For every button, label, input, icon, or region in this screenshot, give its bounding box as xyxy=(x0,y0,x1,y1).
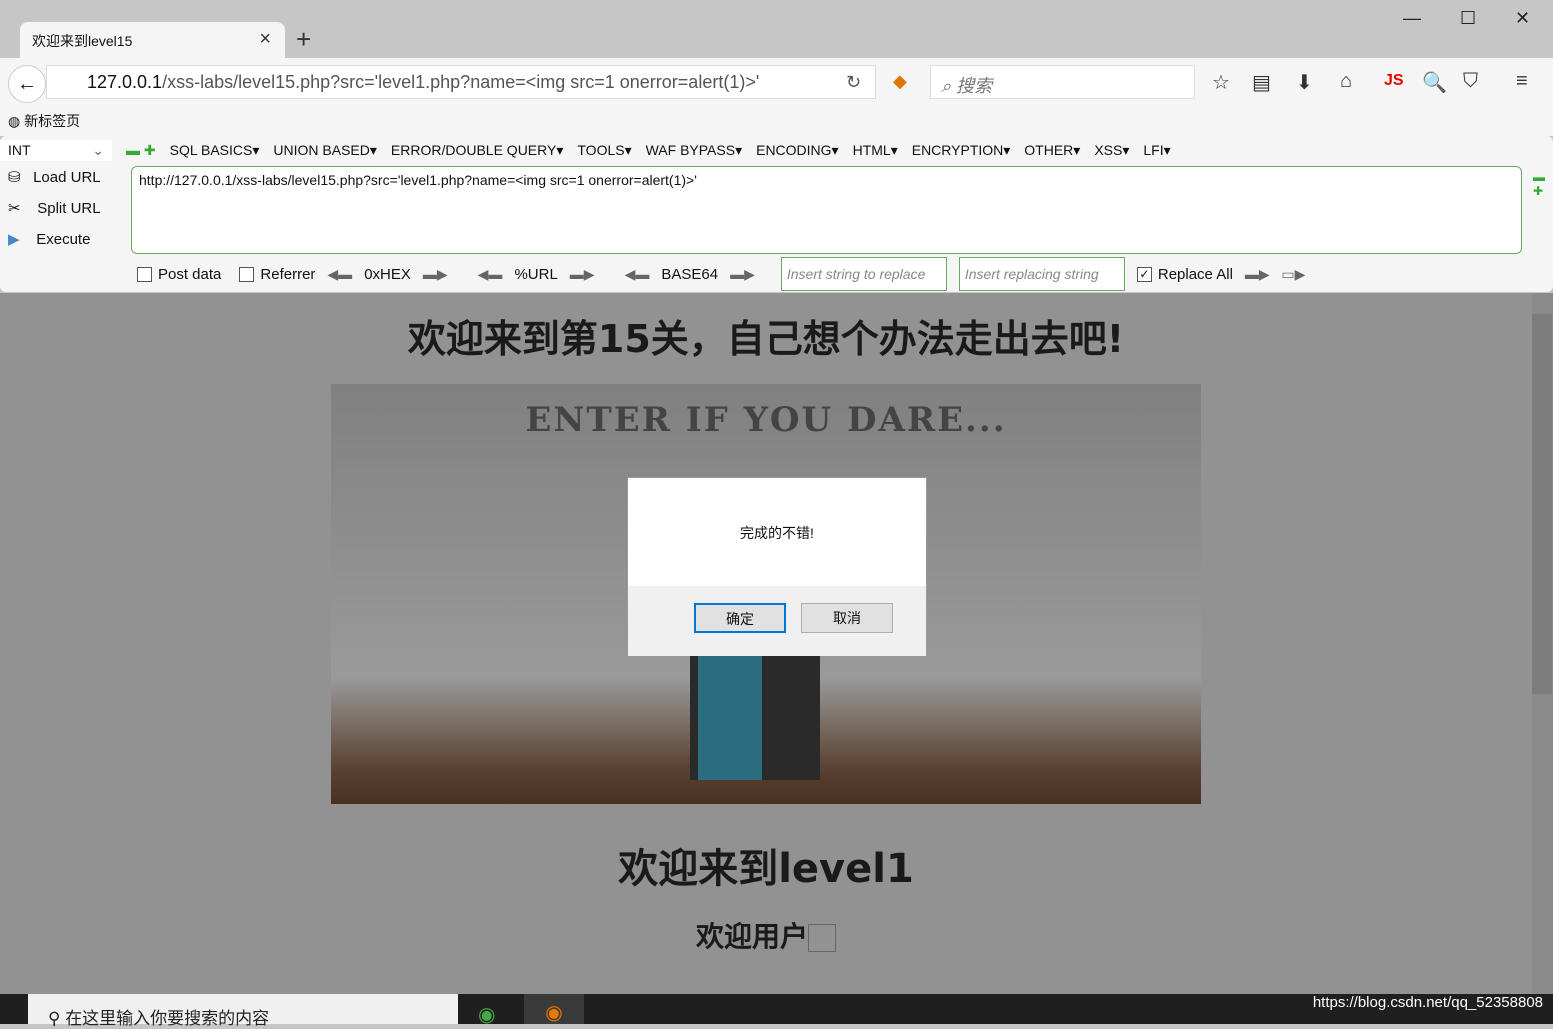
firefox-icon[interactable]: ◉ xyxy=(524,994,584,1024)
fox-addon-icon[interactable]: ◆ xyxy=(893,71,907,92)
search-box[interactable]: ⌕ 搜索 xyxy=(930,65,1195,99)
tab-active[interactable]: 欢迎来到level15 × xyxy=(20,22,285,58)
load-url-button[interactable]: ⛁ Load URL xyxy=(8,168,101,186)
reload-icon[interactable]: ↻ xyxy=(846,72,861,93)
type-select[interactable]: INT ⌄ xyxy=(0,139,112,161)
search-placeholder: 搜索 xyxy=(956,76,993,96)
referrer-label: Referrer xyxy=(260,265,316,283)
reading-list-icon[interactable]: ▤ xyxy=(1252,70,1271,95)
base64-label: BASE64 xyxy=(661,265,719,283)
page-heading: 欢迎来到第15关，自己想个办法走出去吧! xyxy=(407,317,1125,361)
pocket-icon[interactable]: ⛉ xyxy=(1463,70,1478,93)
menu-error-double-query[interactable]: ERROR/DOUBLE QUERY▾ xyxy=(391,142,563,159)
url-encode-icon[interactable]: ◀▬ xyxy=(478,266,503,283)
replace-forward-icon[interactable]: ▬▶ ▭▶ xyxy=(1245,266,1305,283)
replace-all-checkbox[interactable]: ✓ Replace All xyxy=(1136,265,1233,283)
base64-encode-icon[interactable]: ◀▬ xyxy=(625,266,650,283)
download-icon[interactable]: ⬇ xyxy=(1296,70,1313,95)
hackbar-side-controls[interactable]: ▬ ✚ xyxy=(1533,170,1545,198)
hackbar-url-textarea[interactable]: http://127.0.0.1/xss-labs/level15.php?sr… xyxy=(131,166,1522,254)
split-url-button[interactable]: ✂ Split URL xyxy=(8,199,101,217)
sub-heading: 欢迎来到level1 xyxy=(618,846,914,892)
hackbar-options: Post data Referrer ◀▬ 0xHEX ▬▶ ◀▬ %URL ▬▶ ◀▬… xyxy=(137,257,1305,291)
type-select-value: INT xyxy=(8,141,31,158)
menu-tools[interactable]: TOOLS▾ xyxy=(577,142,631,159)
post-data-label: Post data xyxy=(158,265,222,283)
bookmark-item[interactable]: 新标签页 xyxy=(24,113,80,129)
url-path: /xss-labs/level15.php?src='level1.php?na… xyxy=(162,72,760,92)
bookmark-star-icon[interactable]: ☆ xyxy=(1212,70,1230,95)
js-icon[interactable]: JS xyxy=(1384,72,1404,90)
close-window-button[interactable]: ✕ xyxy=(1515,8,1530,29)
close-tab-icon[interactable]: × xyxy=(259,28,271,51)
execute-button[interactable]: ▶ Execute xyxy=(8,230,90,248)
globe-icon: ◍ xyxy=(8,113,21,129)
referrer-checkbox[interactable]: Referrer xyxy=(239,266,315,283)
broken-image-icon xyxy=(808,924,836,952)
url-decode-icon[interactable]: ▬▶ xyxy=(570,266,595,283)
menu-html[interactable]: HTML▾ xyxy=(853,142,898,159)
door-leaf xyxy=(698,655,762,780)
hex-decode-icon[interactable]: ▬▶ xyxy=(423,266,448,283)
replacing-input[interactable]: Insert replacing string xyxy=(958,257,1125,291)
menu-encoding[interactable]: ENCODING▾ xyxy=(756,142,838,159)
chrome-icon[interactable]: ◉ xyxy=(478,1002,495,1027)
dialog-footer: 确定 取消 xyxy=(628,586,926,656)
menu-sql-basics[interactable]: SQL BASICS▾ xyxy=(170,142,260,159)
taskbar-search[interactable]: ⚲ 在这里输入你要搜索的内容 xyxy=(28,994,458,1028)
hex-encode-icon[interactable]: ◀▬ xyxy=(327,266,352,283)
minimize-button[interactable]: — xyxy=(1403,8,1421,29)
scrollbar-thumb[interactable] xyxy=(1532,314,1552,694)
post-data-checkbox[interactable]: Post data xyxy=(137,266,221,283)
image-text: ENTER IF YOU DARE... xyxy=(525,400,1007,440)
menu-union-based[interactable]: UNION BASED▾ xyxy=(273,142,377,159)
cancel-button[interactable]: 取消 xyxy=(801,603,893,633)
hex-label: 0xHEX xyxy=(364,265,411,283)
replace-input[interactable]: Insert string to replace xyxy=(780,257,947,291)
menu-xss[interactable]: XSS▾ xyxy=(1094,142,1129,159)
split-url-label: Split URL xyxy=(37,200,101,217)
url-host: 127.0.0.1 xyxy=(87,72,163,92)
taskbar-search-placeholder: 在这里输入你要搜索的内容 xyxy=(65,1009,270,1028)
menu-lfi[interactable]: LFI▾ xyxy=(1143,142,1170,159)
maximize-button[interactable]: ☐ xyxy=(1460,8,1476,29)
home-icon[interactable]: ⌂ xyxy=(1340,70,1352,93)
replace-all-label: Replace All xyxy=(1157,265,1233,283)
url-label: %URL xyxy=(514,265,558,283)
back-button[interactable]: ← xyxy=(8,65,46,103)
ok-button[interactable]: 确定 xyxy=(694,603,786,633)
menu-other[interactable]: OTHER▾ xyxy=(1024,142,1080,159)
user-label: 欢迎用户 xyxy=(695,920,808,953)
load-url-label: Load URL xyxy=(33,169,101,186)
base64-decode-icon[interactable]: ▬▶ xyxy=(730,266,755,283)
watermark: https://blog.csdn.net/qq_52358808 xyxy=(1312,994,1543,1011)
menu-encryption[interactable]: ENCRYPTION▾ xyxy=(912,142,1011,159)
dialog-message: 完成的不错! xyxy=(740,525,814,541)
bookmark-bar: ◍ 新标签页 xyxy=(0,108,1553,136)
address-bar[interactable]: 127.0.0.1/xss-labs/level15.php?src='leve… xyxy=(46,65,876,99)
hackbar-menu: INT ⌄ ▬ ✚ SQL BASICS▾ UNION BASED▾ ERROR… xyxy=(0,139,1171,161)
magnifier-addon-icon[interactable]: 🔍 xyxy=(1422,70,1447,95)
nav-bar: ← 127.0.0.1/xss-labs/level15.php?src='le… xyxy=(0,58,1553,108)
minus-icon[interactable]: ▬ ✚ xyxy=(126,142,156,159)
new-tab-button[interactable]: + xyxy=(296,24,311,55)
menu-waf-bypass[interactable]: WAF BYPASS▾ xyxy=(646,142,743,159)
tab-title: 欢迎来到level15 xyxy=(32,33,133,49)
menu-icon[interactable]: ≡ xyxy=(1516,70,1528,93)
taskbar: ⚲ 在这里输入你要搜索的内容 ◉ ◉ https://blog.csdn.net… xyxy=(0,994,1553,1028)
user-text: 欢迎用户 xyxy=(0,915,1532,955)
alert-dialog: 完成的不错! 确定 取消 xyxy=(627,477,927,656)
execute-label: Execute xyxy=(36,231,91,248)
